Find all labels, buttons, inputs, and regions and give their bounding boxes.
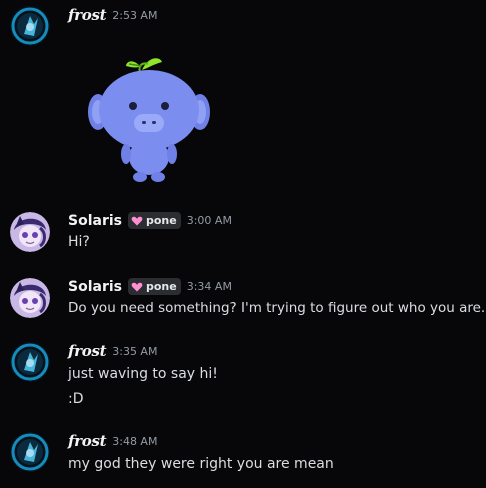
username[interactable]: frost bbox=[68, 342, 107, 360]
frost-avatar[interactable] bbox=[10, 432, 50, 472]
username[interactable]: Solaris bbox=[68, 213, 122, 229]
message-header: frost 2:53 AM bbox=[68, 6, 157, 24]
message-header: frost 3:48 AM bbox=[68, 432, 157, 450]
message-header: Solaris pone 3:00 AM bbox=[68, 212, 232, 229]
username[interactable]: Solaris bbox=[68, 279, 122, 295]
username[interactable]: frost bbox=[68, 432, 107, 450]
message-text: Hi? bbox=[68, 234, 90, 250]
message-header: frost 3:35 AM bbox=[68, 342, 157, 360]
frost-avatar[interactable] bbox=[10, 6, 50, 46]
frost-avatar[interactable] bbox=[10, 342, 50, 382]
guild-tag[interactable]: pone bbox=[127, 278, 181, 295]
solaris-avatar[interactable] bbox=[10, 278, 50, 318]
message-text: just waving to say hi! bbox=[68, 366, 218, 382]
timestamp[interactable]: 3:48 AM bbox=[112, 435, 157, 448]
timestamp[interactable]: 3:34 AM bbox=[187, 280, 232, 293]
timestamp[interactable]: 3:35 AM bbox=[112, 345, 157, 358]
pink-heart-icon bbox=[131, 282, 143, 291]
message-text: my god they were right you are mean bbox=[68, 456, 334, 472]
timestamp[interactable]: 2:53 AM bbox=[112, 9, 157, 22]
chat-area: frost 2:53 AM Solaris pone 3:00 AM Hi? S… bbox=[0, 0, 486, 488]
timestamp[interactable]: 3:00 AM bbox=[187, 214, 232, 227]
message-header: Solaris pone 3:34 AM bbox=[68, 278, 232, 295]
pink-heart-icon bbox=[131, 216, 143, 225]
guild-tag[interactable]: pone bbox=[127, 212, 181, 229]
tag-label: pone bbox=[145, 280, 177, 293]
message-text: :D bbox=[68, 391, 84, 407]
tag-label: pone bbox=[145, 214, 177, 227]
wumpus-sticker[interactable] bbox=[82, 52, 212, 191]
message-text: Do you need something? I'm trying to fig… bbox=[68, 300, 486, 316]
solaris-avatar[interactable] bbox=[10, 212, 50, 252]
username[interactable]: frost bbox=[68, 6, 107, 24]
